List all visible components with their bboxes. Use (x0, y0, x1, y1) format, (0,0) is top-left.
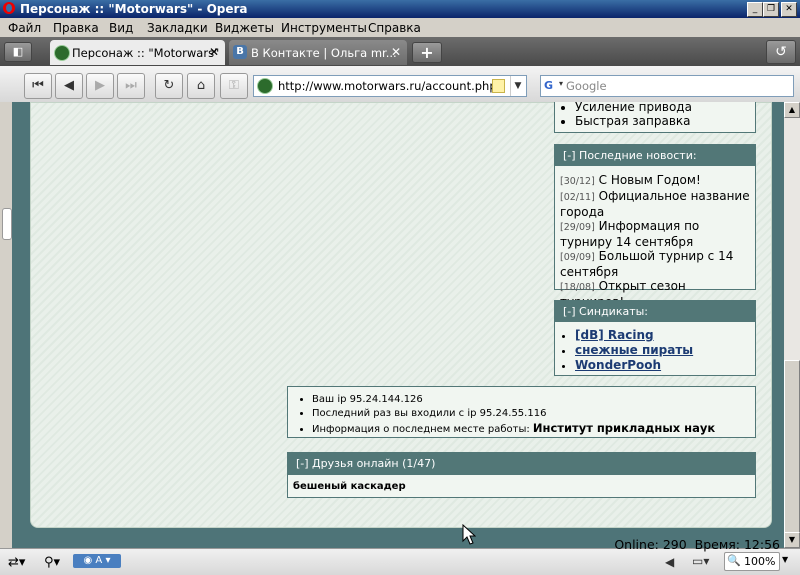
new-tab-button[interactable]: + (412, 42, 442, 63)
syndicate-link[interactable]: снежные пираты (575, 343, 693, 357)
sync-icon[interactable]: ⇄▾ (8, 555, 25, 570)
news-date: [30/12] (560, 176, 595, 187)
menu-edit[interactable]: Правка (53, 21, 99, 35)
network-icon[interactable]: ⚲▾ (44, 555, 60, 570)
news-item[interactable]: [30/12] С Новым Годом! (560, 173, 751, 189)
home-icon[interactable]: ⌂ (187, 73, 215, 99)
reload-icon[interactable]: ↻ (155, 73, 183, 99)
work-info: Информация о последнем месте работы: Инс… (312, 421, 755, 437)
speed-dial-icon[interactable]: ◀ (665, 555, 674, 569)
google-icon: G (544, 79, 554, 92)
page-viewport: Усиление привода Быстрая заправка [-] По… (12, 102, 784, 548)
zoom-control[interactable]: 🔍 100% (724, 552, 780, 571)
search-placeholder: Google (566, 79, 607, 93)
window-title: Персонаж :: "Motorwars" - Opera (20, 2, 248, 16)
menu-tools[interactable]: Инструменты (281, 21, 367, 35)
tab-motorwars[interactable]: Персонаж :: "Motorwars" ✕ (50, 40, 225, 65)
work-place[interactable]: Институт прикладных наук (533, 421, 715, 435)
fast-forward-icon[interactable]: ⏭ (117, 73, 145, 99)
address-dropdown-icon[interactable]: ▼ (510, 76, 525, 96)
opera-logo-icon (3, 2, 15, 14)
menu-widgets[interactable]: Виджеты (215, 21, 274, 35)
panel-toggle-button[interactable]: ◧ (4, 42, 32, 62)
title-bar: Персонаж :: "Motorwars" - Opera _ ❐ ✕ (0, 0, 800, 18)
site-favicon-icon (257, 78, 273, 94)
maximize-button[interactable]: ❐ (763, 2, 779, 17)
address-url: http://www.motorwars.ru/account.php (278, 79, 497, 93)
list-item[interactable]: Усиление привода (575, 102, 755, 114)
news-item[interactable]: [09/09] Большой турнир с 14 сентября (560, 249, 751, 279)
server-time: Время: 12:56 (694, 537, 780, 552)
view-icon[interactable]: ▭▾ (692, 554, 709, 568)
image-mode-button[interactable]: ◉ A ▾ (73, 554, 121, 568)
news-date: [18/08] (560, 282, 595, 293)
friend-name[interactable]: бешеный каскадер (288, 475, 755, 498)
menu-view[interactable]: Вид (109, 21, 133, 35)
news-header[interactable]: [-] Последние новости: (555, 145, 755, 166)
scroll-up-icon[interactable]: ▲ (784, 102, 800, 118)
news-date: [09/09] (560, 252, 595, 263)
friends-header[interactable]: [-] Друзья онлайн (1/47) (288, 453, 755, 475)
syndicate-link[interactable]: [dB] Racing (575, 328, 654, 342)
search-field[interactable]: G ▾ Google (540, 75, 794, 97)
status-bar: Online: 290 Время: 12:56 ⇄▾ ⚲▾ ◉ A ▾ ◀ ▭… (0, 537, 800, 575)
tab-label: Персонаж :: "Motorwars" (72, 46, 220, 60)
menu-file[interactable]: Файл (8, 21, 41, 35)
back-icon[interactable]: ◀ (55, 73, 83, 99)
motorwars-favicon-icon (54, 45, 70, 61)
news-date: [29/09] (560, 222, 595, 233)
list-item[interactable]: Быстрая заправка (575, 114, 755, 128)
online-status: Online: 290 Время: 12:56 (614, 537, 780, 552)
scroll-thumb[interactable] (784, 360, 800, 540)
online-count: Online: 290 (614, 537, 687, 552)
forward-icon[interactable]: ▶ (86, 73, 114, 99)
friends-panel: [-] Друзья онлайн (1/47) бешеный каскаде… (287, 452, 756, 498)
navigation-bar: ⏮ ◀ ▶ ⏭ ↻ ⌂ ⚿ http://www.motorwars.ru/ac… (0, 66, 800, 103)
key-icon[interactable]: ⚿ (220, 73, 248, 99)
syndicate-link[interactable]: WonderPooh (575, 358, 661, 372)
rewind-icon[interactable]: ⏮ (24, 73, 52, 99)
last-login-info: Последний раз вы входили с ip 95.24.55.1… (312, 407, 755, 421)
menu-bar: Файл Правка Вид Закладки Виджеты Инструм… (0, 18, 800, 37)
minimize-button[interactable]: _ (747, 2, 763, 17)
news-title: С Новым Годом! (598, 173, 701, 187)
address-bar[interactable]: http://www.motorwars.ru/account.php ▼ (253, 75, 527, 97)
news-date: [02/11] (560, 192, 595, 203)
work-label: Информация о последнем месте работы: (312, 424, 533, 435)
menu-help[interactable]: Справка (368, 21, 421, 35)
panel-handle[interactable] (2, 208, 12, 240)
news-panel: [-] Последние новости: [30/12] С Новым Г… (554, 144, 756, 309)
mouse-cursor-icon (462, 524, 476, 545)
search-engine-dropdown-icon[interactable]: ▾ (559, 79, 563, 88)
menu-bookmarks[interactable]: Закладки (147, 21, 208, 35)
close-tab-icon[interactable]: ✕ (391, 45, 401, 59)
tab-label: В Контакте | Ольга mr... (251, 46, 397, 60)
zoom-level: 100% (744, 555, 776, 568)
zoom-dropdown-icon[interactable]: ▼ (782, 555, 788, 564)
scroll-down-icon[interactable]: ▼ (784, 532, 800, 548)
tab-bar: ◧ Персонаж :: "Motorwars" ✕ B В Контакте… (0, 37, 800, 66)
magnifier-icon: 🔍 (727, 554, 741, 567)
syndicates-header[interactable]: [-] Синдикаты: (555, 301, 755, 322)
closed-tabs-button[interactable]: ↺ (766, 40, 796, 64)
upgrades-panel: Усиление привода Быстрая заправка (554, 102, 756, 133)
note-icon[interactable] (492, 79, 505, 93)
vk-favicon-icon: B (233, 45, 247, 59)
news-item[interactable]: [29/09] Информация по турниру 14 сентябр… (560, 219, 751, 249)
ip-info: Ваш ip 95.24.144.126 (312, 393, 755, 407)
tab-vkontakte[interactable]: B В Контакте | Ольга mr... ✕ (229, 40, 407, 65)
close-tab-icon[interactable]: ✕ (209, 45, 219, 59)
news-item[interactable]: [02/11] Официальное название города (560, 189, 751, 219)
close-window-button[interactable]: ✕ (781, 2, 797, 17)
account-info-panel: Ваш ip 95.24.144.126 Последний раз вы вх… (287, 386, 756, 438)
syndicates-panel: [-] Синдикаты: [dB] Racing снежные пират… (554, 300, 756, 376)
vertical-scrollbar[interactable]: ▲ ▼ (784, 102, 800, 548)
